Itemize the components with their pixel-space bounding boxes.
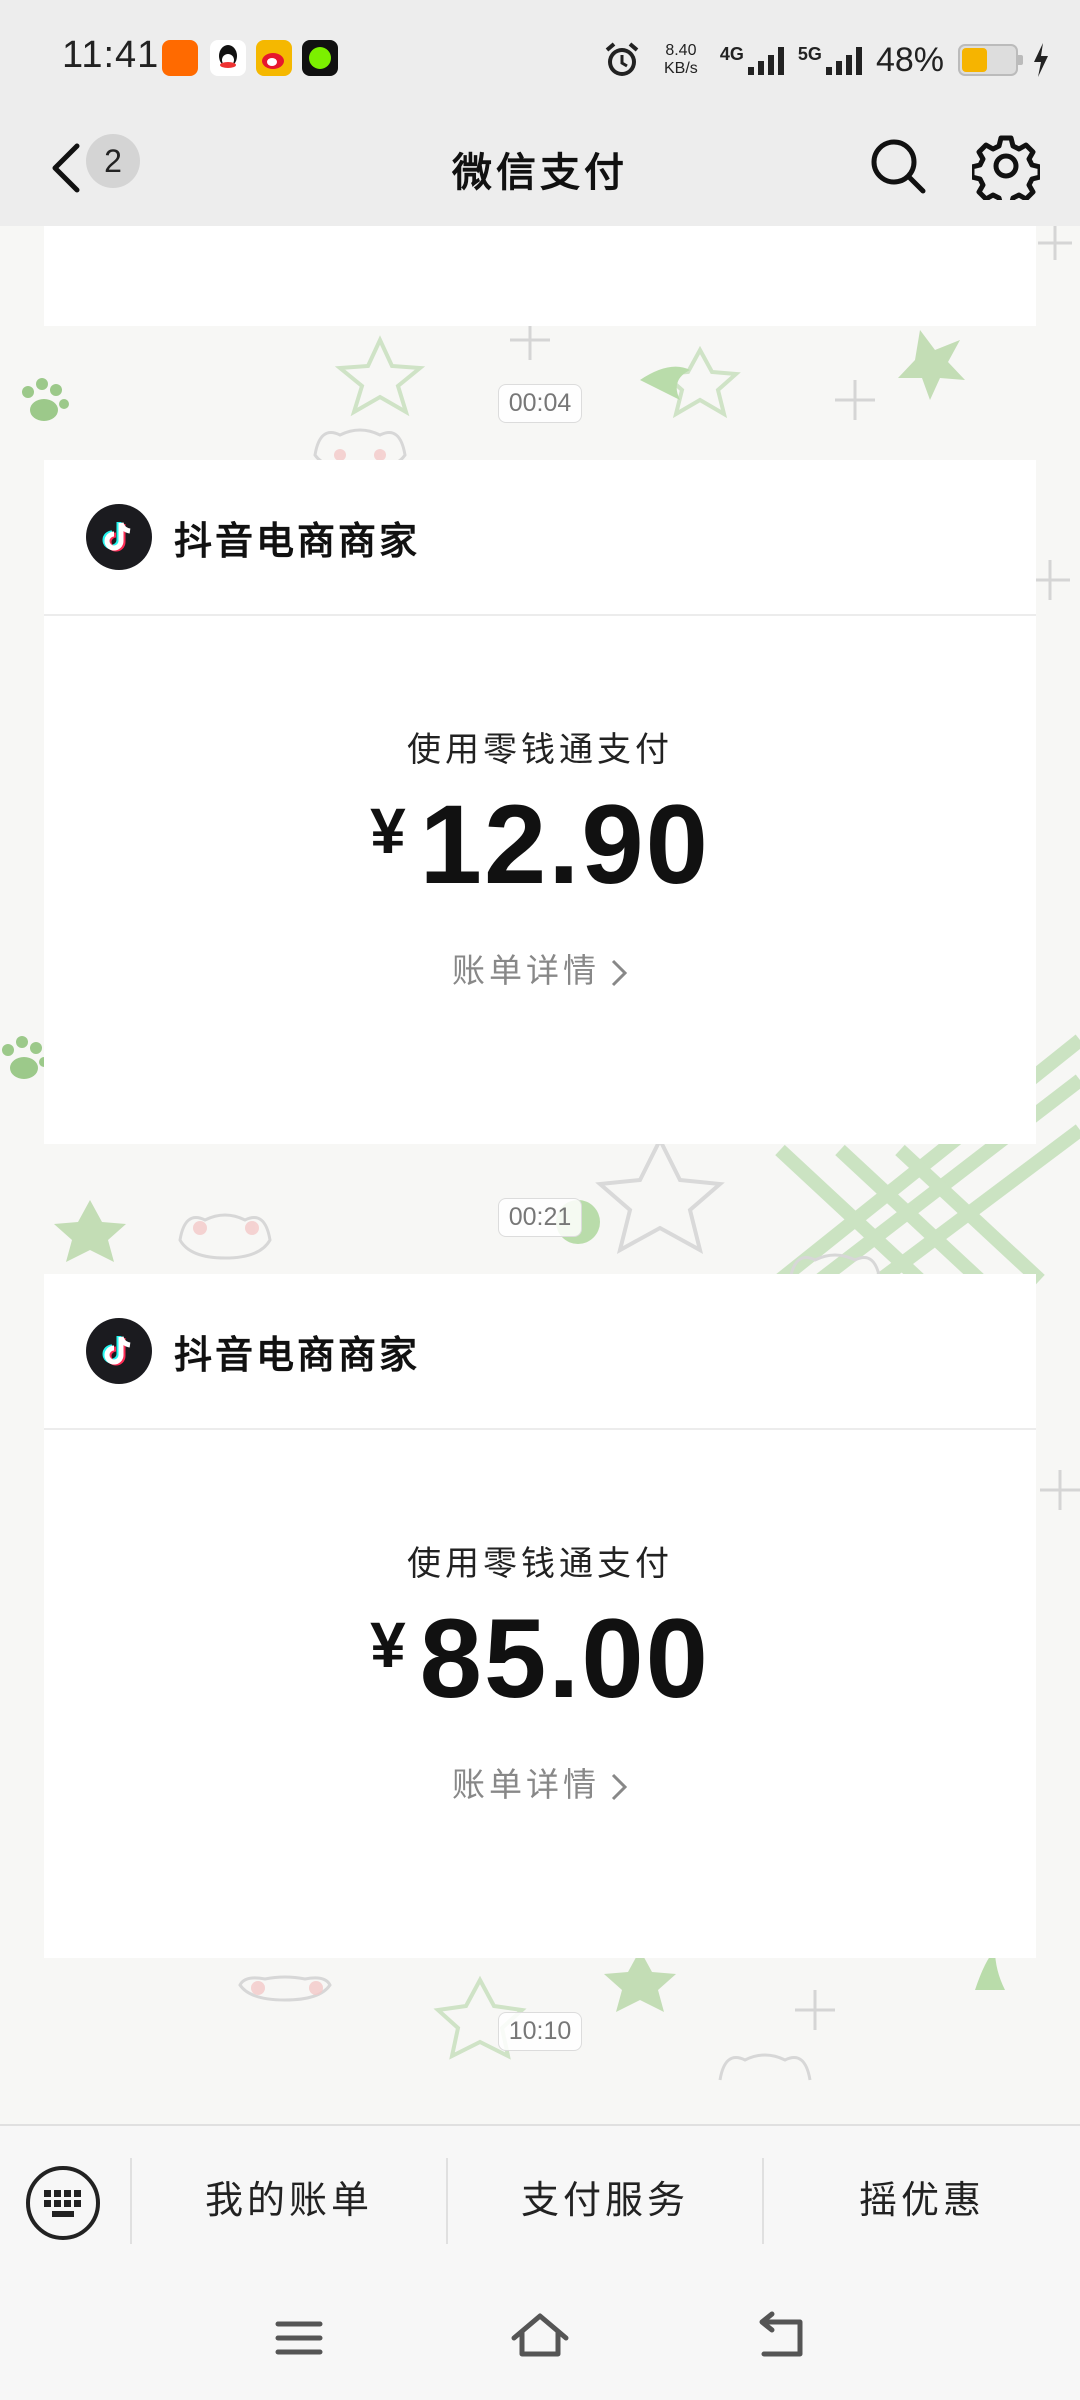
service-menu: 我的账单 支付服务 摇优惠 [0, 2124, 1080, 2274]
chevron-right-icon [611, 960, 628, 987]
weibo-icon [256, 40, 292, 76]
chat-header: 2 微信支付 [0, 110, 1080, 226]
amount-value: 12.90 [419, 782, 710, 907]
message-time: 00:21 [0, 1198, 1080, 1237]
recent-apps-button[interactable] [270, 2308, 330, 2368]
back-nav-button[interactable] [750, 2308, 810, 2368]
payment-amount: ¥12.90 [44, 780, 1036, 910]
message-time: 00:04 [0, 384, 1080, 423]
message-time: 10:10 [0, 2012, 1080, 2051]
status-indicators: 8.40 KB/s 4G 5G 48% [602, 30, 1050, 90]
signal-4g: 4G [720, 45, 784, 75]
green-dot-app-icon [302, 40, 338, 76]
keyboard-icon [44, 2190, 81, 2217]
menu-item-payment-services[interactable]: 支付服务 [448, 2126, 762, 2276]
card-header[interactable]: 抖音电商商家 [44, 460, 1036, 616]
menu-icon [275, 2321, 323, 2355]
taobao-icon [162, 40, 198, 76]
currency-symbol: ¥ [370, 795, 406, 867]
gear-icon [969, 135, 1043, 209]
network-speed: 8.40 KB/s [664, 42, 698, 77]
alarm-icon [605, 42, 639, 76]
home-icon [511, 2313, 569, 2357]
battery-percent: 48% [875, 40, 944, 79]
keyboard-toggle-button[interactable] [26, 2166, 100, 2240]
back-arrow-icon [759, 2311, 803, 2357]
qq-icon [210, 40, 246, 76]
douyin-logo-icon [86, 1318, 152, 1384]
home-button[interactable] [510, 2308, 570, 2368]
douyin-logo-icon [86, 504, 152, 570]
search-button[interactable] [866, 134, 930, 198]
signal-5g: 5G [798, 45, 862, 75]
clock: 11:41 [62, 34, 160, 76]
previous-message-card[interactable] [44, 226, 1036, 326]
battery-icon [958, 44, 1023, 76]
signal-bars-icon [747, 45, 784, 75]
bill-details-link[interactable]: 账单详情 [44, 944, 1036, 992]
merchant-name: 抖音电商商家 [174, 1335, 421, 1377]
payment-card[interactable]: 抖音电商商家 使用零钱通支付 ¥12.90 账单详情 [44, 460, 1036, 1144]
menu-item-my-bills[interactable]: 我的账单 [132, 2126, 446, 2276]
menu-item-shake-discounts[interactable]: 摇优惠 [764, 2126, 1080, 2276]
charging-icon [1034, 43, 1048, 77]
system-navigation-bar [0, 2274, 1080, 2400]
message-list[interactable]: 00:04 抖音电商商家 使用零钱通支付 ¥12.90 账单详情 00:21 抖… [0, 226, 1080, 2124]
battery-level [962, 48, 987, 72]
payment-method: 使用零钱通支付 [407, 731, 673, 769]
chevron-right-icon [611, 1774, 628, 1801]
bill-details-link[interactable]: 账单详情 [44, 1758, 1036, 1806]
settings-button[interactable] [969, 132, 1043, 209]
signal-bars-icon [825, 45, 862, 75]
payment-amount: ¥85.00 [44, 1594, 1036, 1724]
payment-card[interactable]: 抖音电商商家 使用零钱通支付 ¥85.00 账单详情 [44, 1274, 1036, 1958]
amount-value: 85.00 [419, 1596, 710, 1721]
search-icon [871, 139, 926, 194]
payment-method: 使用零钱通支付 [407, 1545, 673, 1583]
status-bar: 11:41 8.40 KB/s 4G 5G 48% [0, 0, 1080, 110]
card-header[interactable]: 抖音电商商家 [44, 1274, 1036, 1430]
merchant-name: 抖音电商商家 [174, 521, 421, 563]
currency-symbol: ¥ [370, 1609, 406, 1681]
